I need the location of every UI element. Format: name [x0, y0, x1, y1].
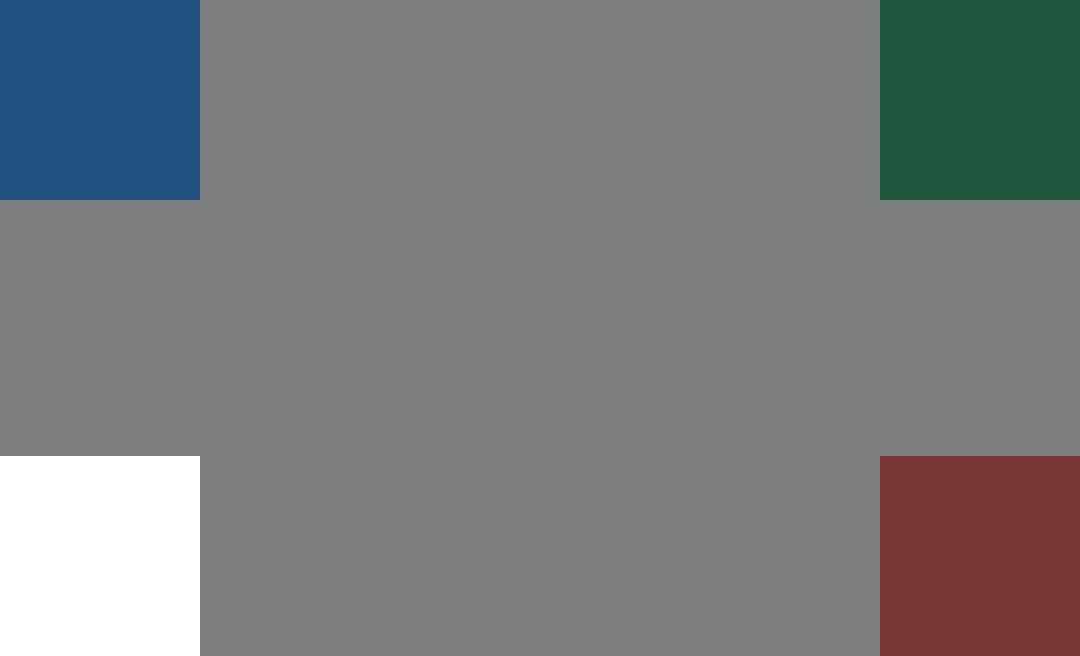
sq-d: [880, 456, 1080, 656]
sq-c: [0, 456, 200, 656]
sq-a: [0, 0, 200, 200]
sq-b: [880, 0, 1080, 200]
